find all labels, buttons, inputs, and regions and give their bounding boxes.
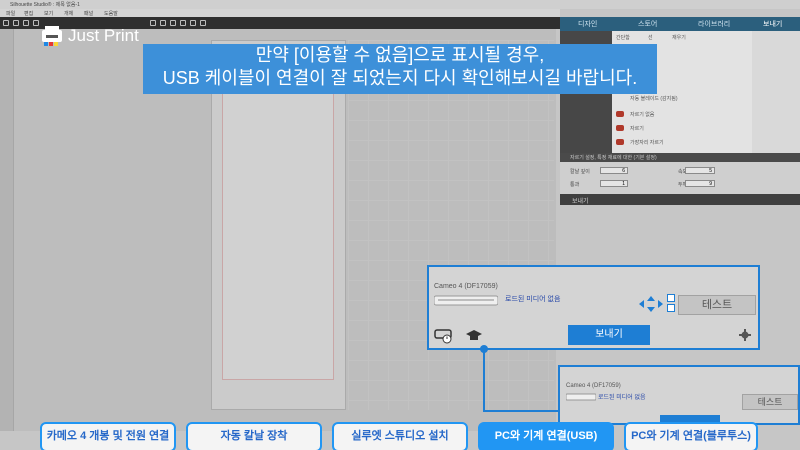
menu-object[interactable]: 개체 [64,10,73,17]
test-button[interactable]: 테스트 [678,295,756,315]
send-section-label: 보내기 [572,199,589,205]
print-icon[interactable] [33,20,39,26]
vertical-ruler [0,29,14,431]
cut-icon [616,125,624,131]
device-name-small: Cameo 4 (DF17059) [566,383,621,389]
zoom-out-icon[interactable] [160,20,166,26]
panel-tabs: 디자인 스토어 라이브러리 보내기 [560,17,800,31]
nav-unbox-power[interactable]: 카메오 4 개봉 및 전원 연결 [40,422,176,450]
tab-design[interactable]: 디자인 [578,19,597,29]
cutter-clock-icon [434,329,452,344]
passes-field[interactable]: 1 [600,180,628,187]
graduation-cap-icon[interactable] [466,329,482,342]
option-no-cut[interactable]: 자르기 없음 [630,111,654,118]
media-status-small: 로드된 미디어 없음 [598,395,646,401]
nav-auto-blade[interactable]: 자동 칼날 장착 [186,422,322,450]
paper-area [222,55,334,380]
nav-bluetooth-connect[interactable]: PC와 기계 연결(블루투스) [624,422,758,450]
send-panel-main: Cameo 4 (DF17059) 로드된 미디어 없음 테스트 보내기 [427,265,760,350]
caption-line-1: 만약 [이용할 수 없음]으로 표시될 경우, [255,45,545,65]
speed-field[interactable]: 5 [685,167,715,174]
zoom-in-icon[interactable] [150,20,156,26]
cut-parameters: 칼날 깊이 6 속도 5 통과 1 두께 9 [560,162,800,194]
arrow-down-icon[interactable] [190,20,196,26]
cutter-machine-small-icon [566,393,596,401]
nav-usb-connect[interactable]: PC와 기계 연결(USB) [478,422,614,450]
option-line[interactable]: 선 [648,34,653,41]
tab-send[interactable]: 보내기 [763,19,782,29]
step-up-button[interactable] [667,294,675,302]
blade-depth-field[interactable]: 6 [600,167,628,174]
tab-library[interactable]: 라이브러리 [698,19,730,29]
menu-help[interactable]: 도움말 [104,10,118,17]
menu-panel[interactable]: 패널 [84,10,93,17]
nav-install-studio[interactable]: 실루엣 스튜디오 설치 [332,422,468,450]
device-name: Cameo 4 (DF17059) [434,283,498,290]
tab-store[interactable]: 스토어 [638,19,657,29]
step-down-button[interactable] [667,304,675,312]
menu-file[interactable]: 파일 [6,10,15,17]
cutter-machine-icon [434,295,498,306]
option-auto-blade[interactable]: 자동 블레이드 (감지됨) [630,95,678,102]
pan-hand-icon[interactable] [180,20,186,26]
printer-logo-icon [42,26,62,46]
thickness-field[interactable]: 9 [685,180,715,187]
menu-view[interactable]: 보기 [44,10,53,17]
menu-edit[interactable]: 편집 [24,10,33,17]
option-cut-edge[interactable]: 가장자리 자르기 [630,139,664,146]
save-icon[interactable] [23,20,29,26]
option-cut[interactable]: 자르기 [630,125,644,132]
send-button[interactable]: 보내기 [568,325,650,345]
param-header: 자르기 설정, 특정 재료에 대한 (기본 설정) [560,153,800,162]
no-cut-icon [616,111,624,117]
option-fill[interactable]: 재우기 [672,34,686,41]
gear-icon[interactable] [739,329,751,341]
send-section-header[interactable]: 보내기 [560,194,800,205]
test-button-small[interactable]: 테스트 [742,394,798,410]
caption-subtitle: 만약 [이용할 수 없음]으로 표시될 경우, USB 케이블이 연결이 잘 되… [143,44,657,94]
option-simple[interactable]: 간단함 [616,34,630,41]
menu-bar: 파일 편집 보기 개체 패널 도움말 [0,9,560,17]
window-title: Silhouette Studio® : 제목 없음-1 [10,2,80,8]
passes-label: 통과 [570,182,580,188]
cut-edge-icon [616,139,624,145]
connector-line [480,345,570,412]
param-header-text: 자르기 설정, 특정 재료에 대한 (기본 설정) [570,155,657,161]
new-file-icon[interactable] [3,20,9,26]
zoom-fit-icon[interactable] [170,20,176,26]
brand-name: Just Print [68,26,139,45]
move-arrows-icon[interactable] [639,296,663,312]
blade-depth-label: 칼날 깊이 [570,169,590,175]
caption-line-2: USB 케이블이 연결이 잘 되었는지 다시 확인해보시길 바랍니다. [162,68,638,88]
window-titlebar: Silhouette Studio® : 제목 없음-1 [0,0,800,9]
brand-logo: Just Print [40,25,139,47]
move-icon[interactable] [200,20,206,26]
open-folder-icon[interactable] [13,20,19,26]
media-status: 로드된 미디어 없음 [505,296,561,303]
send-panel-small: Cameo 4 (DF17059) 로드된 미디어 없음 테스트 [558,365,800,425]
